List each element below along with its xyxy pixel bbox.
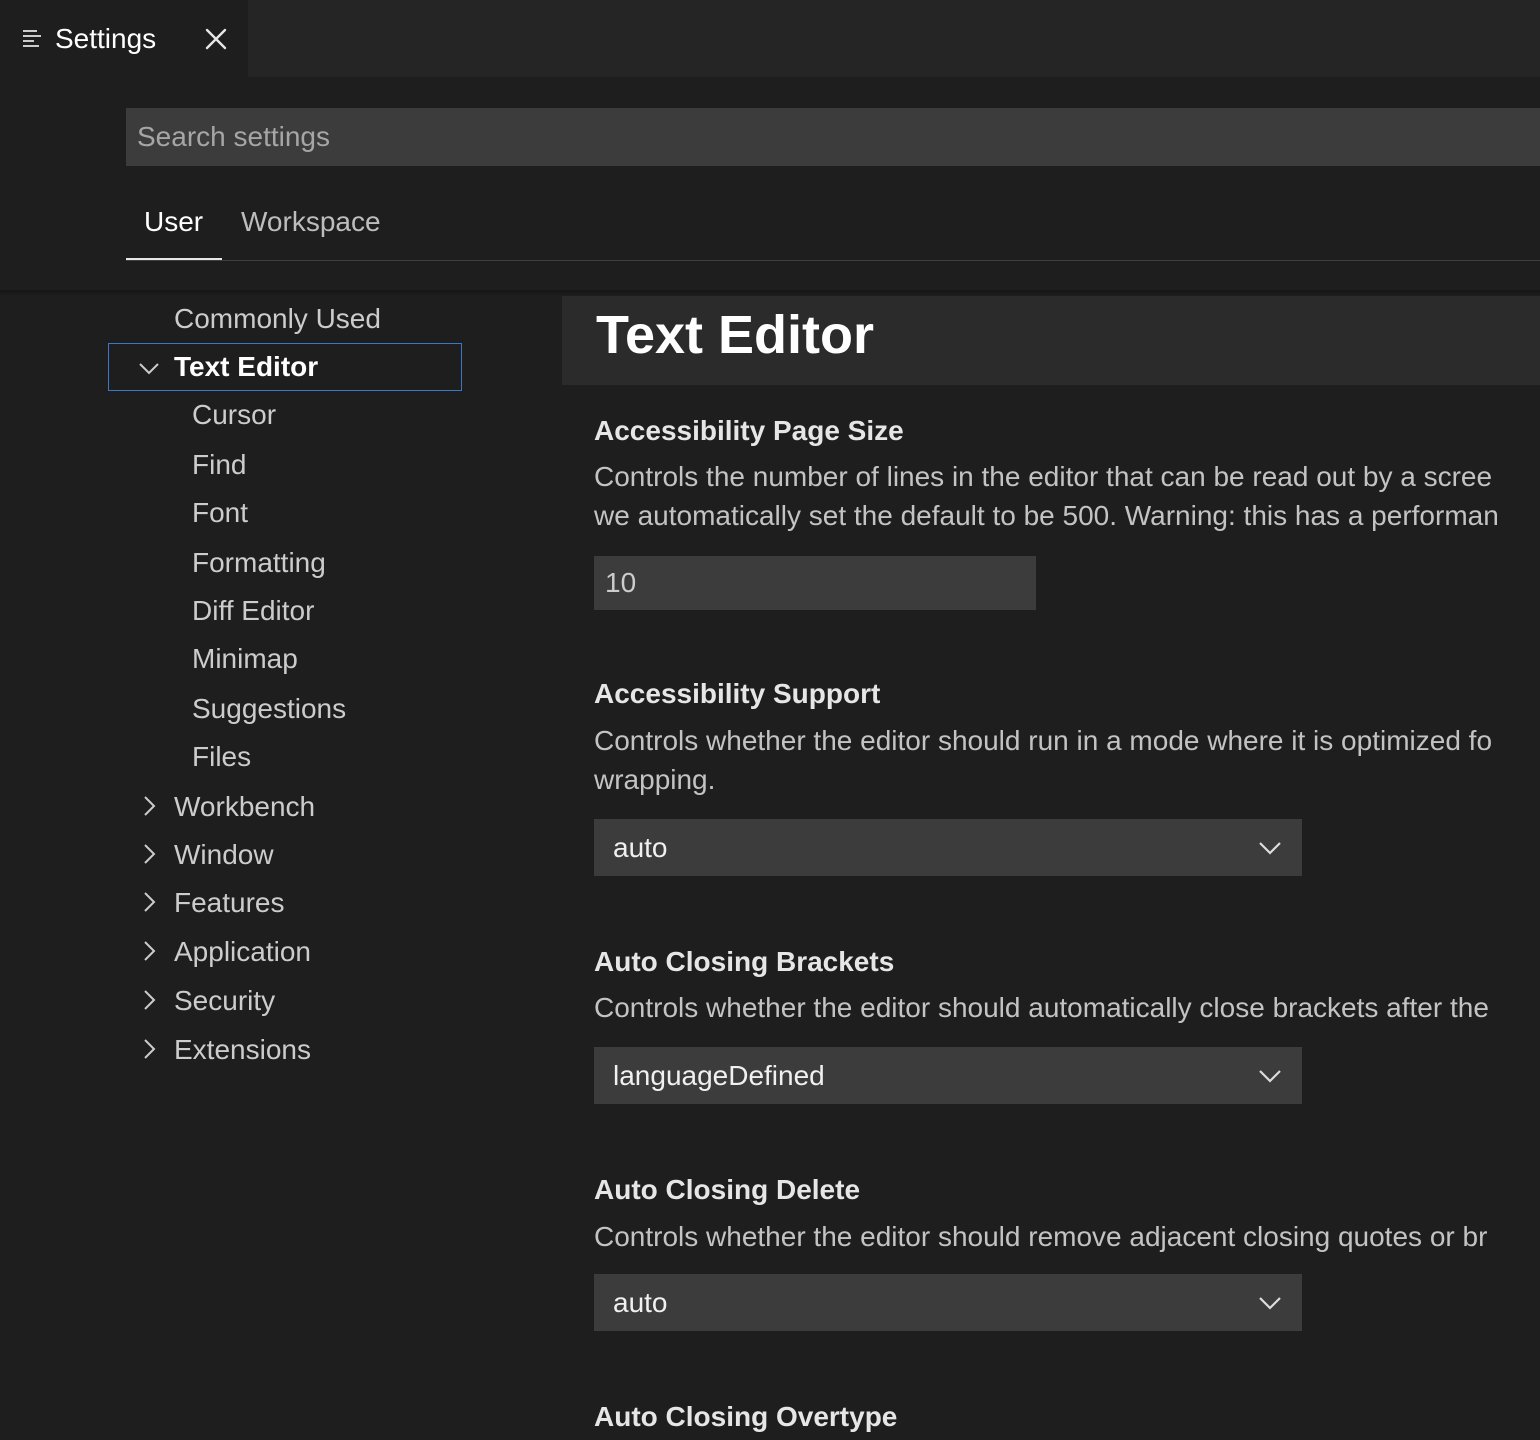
chevron-down-icon <box>1259 1297 1281 1310</box>
auto-closing-delete-select[interactable]: auto <box>594 1274 1302 1331</box>
settings-list: Text Editor Accessibility Page Size Cont… <box>562 296 1540 1440</box>
toc-item-diff-editor[interactable]: Diff Editor <box>192 593 314 629</box>
setting-title-auto-closing-delete: Auto Closing Delete <box>594 1174 861 1205</box>
scope-divider <box>126 260 1540 261</box>
toc-item-files[interactable]: Files <box>192 739 251 775</box>
toc-item-cursor[interactable]: Cursor <box>192 397 276 433</box>
setting-description: Controls whether the editor should autom… <box>594 988 1540 1027</box>
toc-item-extensions[interactable]: Extensions <box>174 1032 311 1068</box>
setting-title-auto-closing-overtype: Auto Closing Overtype <box>594 1401 898 1432</box>
auto-closing-brackets-select[interactable]: languageDefined <box>594 1047 1302 1104</box>
close-icon[interactable] <box>203 26 229 52</box>
chevron-right-icon[interactable] <box>138 1038 160 1060</box>
accessibility-page-size-input[interactable] <box>594 556 1036 610</box>
toc-item-window[interactable]: Window <box>174 837 274 873</box>
toc-item-minimap[interactable]: Minimap <box>192 641 298 677</box>
toc-item-font[interactable]: Font <box>192 495 248 531</box>
setting-description: Controls whether the editor should run i… <box>594 721 1540 799</box>
toc-item-application[interactable]: Application <box>174 934 311 970</box>
toc-item-workbench[interactable]: Workbench <box>174 789 315 825</box>
toc-item-security[interactable]: Security <box>174 983 275 1019</box>
chevron-down-icon <box>1259 1070 1281 1083</box>
toc-item-text-editor[interactable]: Text Editor <box>174 349 318 385</box>
active-tab-indicator <box>126 258 222 260</box>
chevron-down-icon <box>1259 842 1281 855</box>
section-title: Text Editor <box>596 305 875 365</box>
description-line: Controls whether the editor should run i… <box>594 725 1493 756</box>
description-line: Controls whether the editor should autom… <box>594 992 1489 1023</box>
settings-tab[interactable]: Settings <box>0 0 248 77</box>
search-settings-input[interactable] <box>126 108 1540 166</box>
chevron-down-icon[interactable] <box>138 357 160 379</box>
settings-toc: Commonly Used Text Editor Cursor Find Fo… <box>0 296 560 1440</box>
description-line: Controls the number of lines in the edit… <box>594 461 1493 492</box>
select-value: auto <box>613 1287 668 1318</box>
select-value: auto <box>613 832 668 863</box>
chevron-right-icon[interactable] <box>138 891 160 913</box>
accessibility-support-select[interactable]: auto <box>594 819 1302 876</box>
setting-description: Controls the number of lines in the edit… <box>594 457 1540 535</box>
chevron-right-icon[interactable] <box>138 989 160 1011</box>
toc-item-commonly-used[interactable]: Commonly Used <box>174 301 381 337</box>
description-line: wrapping. <box>594 764 716 795</box>
toc-item-suggestions[interactable]: Suggestions <box>192 691 346 727</box>
description-line: we automatically set the default to be 5… <box>594 500 1499 531</box>
editor-tab-bar: Settings <box>0 0 1540 77</box>
select-value: languageDefined <box>613 1060 825 1091</box>
toc-item-formatting[interactable]: Formatting <box>192 545 326 581</box>
setting-description: Controls whether the editor should remov… <box>594 1217 1540 1256</box>
setting-title-accessibility-support: Accessibility Support <box>594 678 881 709</box>
setting-title-accessibility-page-size: Accessibility Page Size <box>594 415 904 446</box>
chevron-right-icon[interactable] <box>138 940 160 962</box>
tab-workspace[interactable]: Workspace <box>241 204 381 240</box>
setting-title-auto-closing-brackets: Auto Closing Brackets <box>594 946 895 977</box>
settings-list-icon <box>23 30 41 47</box>
toc-item-features[interactable]: Features <box>174 885 285 921</box>
toc-item-find[interactable]: Find <box>192 447 246 483</box>
settings-scope-tabs: User Workspace <box>126 190 1540 262</box>
chevron-right-icon[interactable] <box>138 795 160 817</box>
description-line: Controls whether the editor should remov… <box>594 1221 1488 1252</box>
chevron-right-icon[interactable] <box>138 843 160 865</box>
tab-title: Settings <box>55 23 157 54</box>
section-header: Text Editor <box>562 296 1540 385</box>
tab-user[interactable]: User <box>144 204 203 240</box>
